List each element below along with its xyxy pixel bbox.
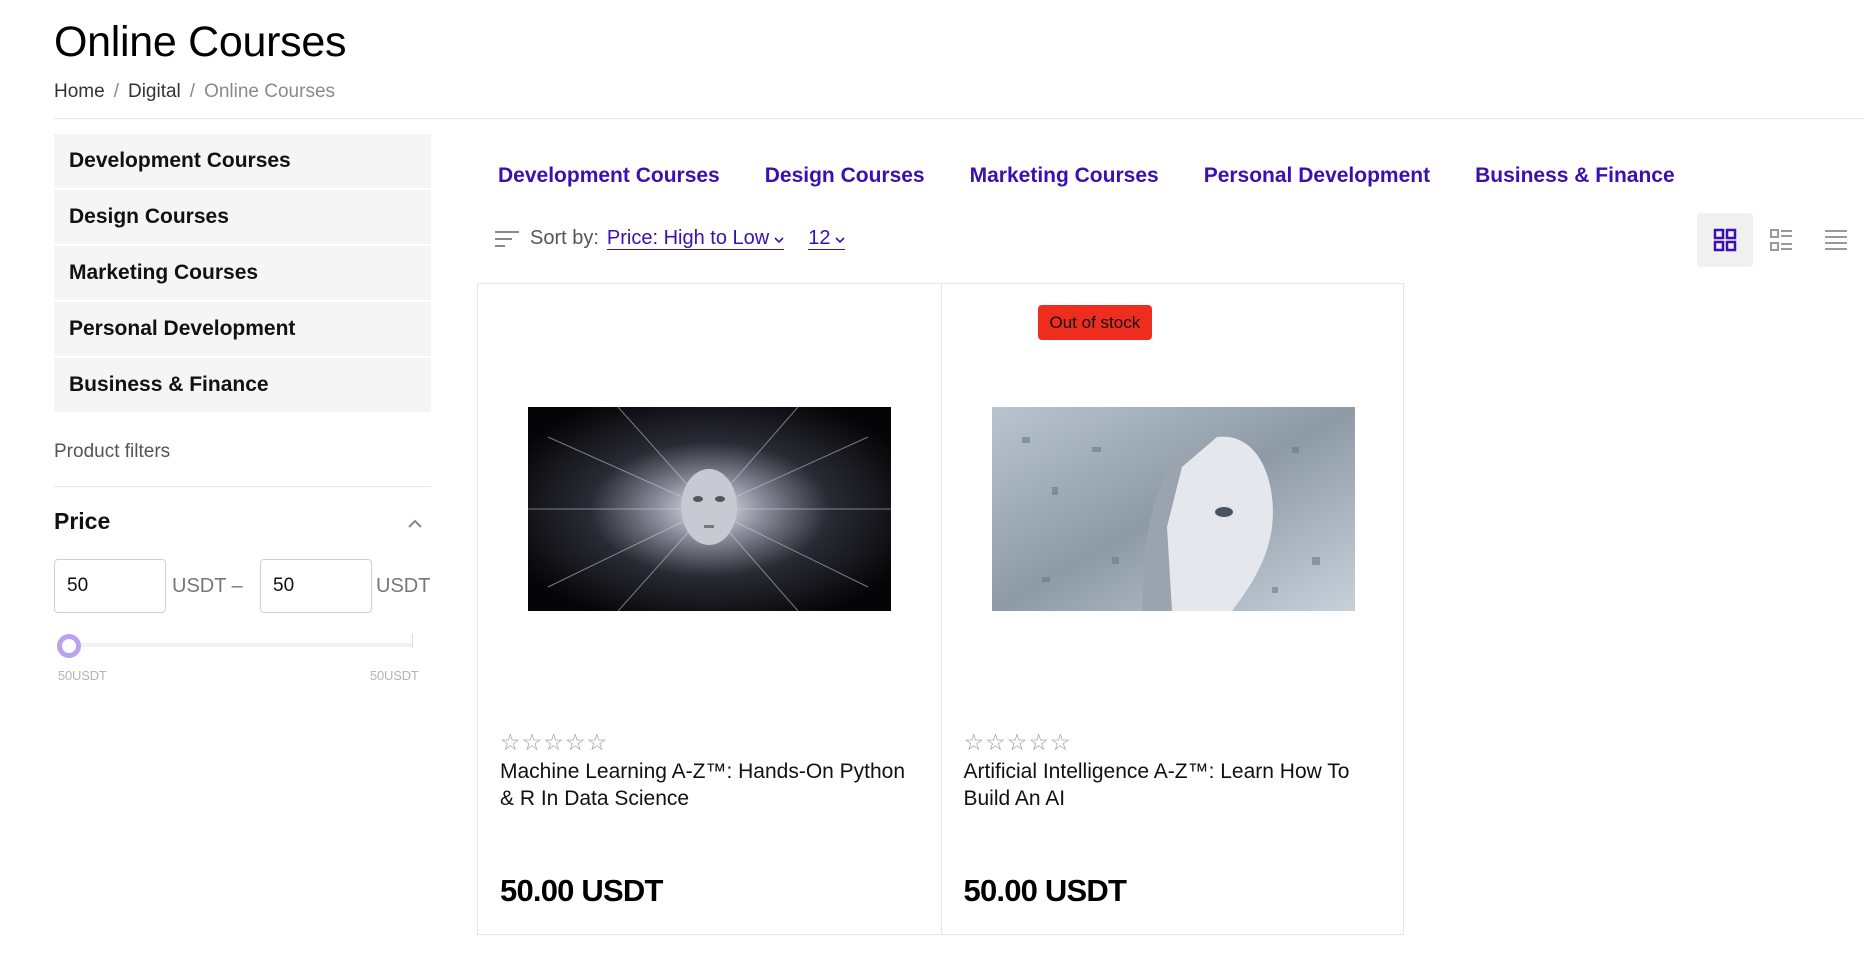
sort-select[interactable]: Price: High to Low <box>606 227 785 250</box>
price-min-input[interactable] <box>54 559 166 613</box>
header-divider <box>54 118 1864 119</box>
price-slider-max-label: 50USDT <box>370 668 419 683</box>
sort-lines-icon <box>495 230 519 247</box>
list-grid-view-icon <box>1770 229 1792 251</box>
sidebar-item-development-courses[interactable]: Development Courses <box>54 134 431 188</box>
price-max-unit: USDT <box>376 575 431 597</box>
chevron-down-icon <box>774 237 784 244</box>
sidebar-item-design-courses[interactable]: Design Courses <box>54 190 431 244</box>
price-slider-handle[interactable] <box>57 634 81 658</box>
breadcrumb: Home / Digital / Online Courses <box>54 81 335 103</box>
per-page-select[interactable]: 12 <box>808 227 846 250</box>
product-filters-title: Product filters <box>54 441 171 462</box>
chevron-up-icon[interactable] <box>404 516 426 532</box>
product-card[interactable]: ☆☆☆☆☆ Machine Learning A-Z™: Hands-On Py… <box>478 284 941 934</box>
nav-design-courses[interactable]: Design Courses <box>765 164 925 188</box>
chevron-down-icon <box>835 237 846 244</box>
breadcrumb-current: Online Courses <box>204 81 336 102</box>
product-title[interactable]: Artificial Intelligence A-Z™: Learn How … <box>964 758 1384 812</box>
product-price: 50.00 USDT <box>963 873 1127 908</box>
nav-marketing-courses[interactable]: Marketing Courses <box>970 164 1159 188</box>
page-title: Online Courses <box>54 18 347 66</box>
nav-development-courses[interactable]: Development Courses <box>498 164 720 188</box>
sort-select-value: Price: High to Low <box>606 227 770 249</box>
sidebar-item-business-finance[interactable]: Business & Finance <box>54 358 431 412</box>
list-grid-view-button[interactable] <box>1753 213 1809 267</box>
price-slider-min-label: 50USDT <box>58 668 107 683</box>
product-image[interactable] <box>528 407 891 611</box>
price-filter-title[interactable]: Price <box>54 508 110 535</box>
grid-view-icon <box>1713 228 1737 252</box>
product-price: 50.00 USDT <box>500 873 663 908</box>
breadcrumb-separator: / <box>189 81 196 102</box>
breadcrumb-separator: / <box>113 81 119 102</box>
product-card[interactable]: Out of stock ☆☆☆☆☆ Artificial Intelligen… <box>940 284 1404 934</box>
list-view-icon <box>1825 230 1847 250</box>
price-max-input[interactable] <box>260 559 372 613</box>
sidebar-item-marketing-courses[interactable]: Marketing Courses <box>54 246 431 300</box>
filters-divider <box>54 486 431 487</box>
rating-stars: ☆☆☆☆☆ <box>500 729 609 755</box>
grid-view-button[interactable] <box>1697 213 1753 267</box>
price-min-unit: USDT – <box>172 575 243 597</box>
list-view-button[interactable] <box>1808 213 1864 267</box>
breadcrumb-home[interactable]: Home <box>54 81 105 103</box>
sidebar-item-personal-development[interactable]: Personal Development <box>54 302 431 356</box>
nav-personal-development[interactable]: Personal Development <box>1204 164 1430 188</box>
sort-label: Sort by: <box>530 227 599 249</box>
out-of-stock-badge: Out of stock <box>1037 305 1153 340</box>
price-slider-end <box>412 634 413 648</box>
sort-bar: Sort by: Price: High to Low 12 <box>494 227 846 250</box>
breadcrumb-digital[interactable]: Digital <box>128 81 181 103</box>
rating-stars: ☆☆☆☆☆ <box>963 729 1072 755</box>
product-title[interactable]: Machine Learning A-Z™: Hands-On Python &… <box>500 758 920 812</box>
price-slider-track[interactable] <box>68 643 412 647</box>
product-image[interactable] <box>991 407 1355 611</box>
sidebar-categories: Development Courses Design Courses Marke… <box>54 134 431 414</box>
nav-business-finance[interactable]: Business & Finance <box>1475 164 1675 188</box>
per-page-value: 12 <box>808 227 831 249</box>
product-grid: ☆☆☆☆☆ Machine Learning A-Z™: Hands-On Py… <box>477 283 1404 935</box>
category-nav: Development Courses Design Courses Marke… <box>498 164 1720 188</box>
